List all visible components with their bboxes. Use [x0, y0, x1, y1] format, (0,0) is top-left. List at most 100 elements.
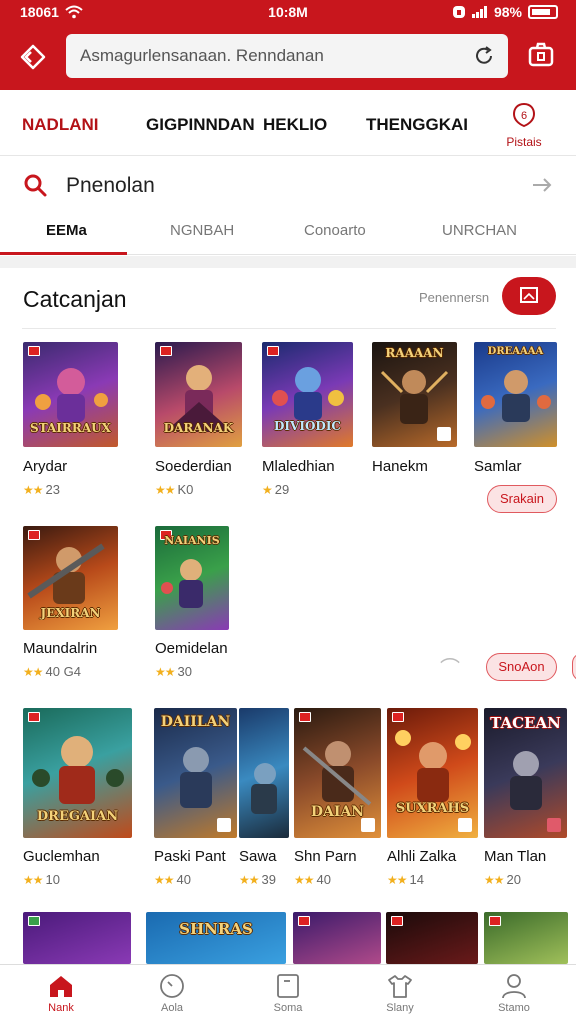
game-cover[interactable]: NAIANIS	[155, 526, 229, 630]
user-icon	[502, 974, 526, 999]
game-logo: TACEAN	[490, 714, 561, 732]
game-name: Paski Pant	[154, 848, 226, 865]
game-tile[interactable]: RAAAAN Hanekm	[372, 342, 458, 482]
game-tile[interactable]: SUXRAHS Alhli Zalka ★★ 14	[387, 708, 479, 888]
stars-icon: ★	[262, 483, 273, 497]
tag-pill-partial[interactable]	[572, 653, 576, 681]
game-cover[interactable]: DAIILAN	[154, 708, 237, 838]
game-cover[interactable]: DAIAN	[294, 708, 381, 838]
game-cover[interactable]: DREAAAA	[474, 342, 557, 447]
game-cover[interactable]	[23, 912, 131, 964]
game-tile[interactable]: JEXIRAN Maundalrin ★★ 40 G4	[23, 526, 119, 686]
bottom-nav-label: Soma	[273, 1002, 303, 1014]
stars-icon: ★★	[154, 873, 174, 887]
rating-value: 40	[316, 872, 331, 887]
address-field[interactable]: Asmagurlensanaan. Renndanan	[66, 34, 508, 78]
game-rating: ★★ 39	[239, 872, 276, 887]
bottom-nav-clock[interactable]: Aola	[132, 973, 212, 1014]
corner-badge	[458, 818, 472, 832]
game-tile[interactable]: DREAAAA Samlar	[474, 342, 558, 482]
loading-mark: ⌒	[440, 658, 460, 680]
rating-value: 39	[261, 872, 276, 887]
nav-item-4[interactable]: THENGGKAI	[366, 115, 468, 135]
game-name: Soederdian	[155, 458, 232, 475]
game-cover[interactable]: TACEAN	[484, 708, 567, 838]
game-cover[interactable]: JEXIRAN	[23, 526, 118, 630]
rating-badge	[28, 346, 40, 356]
stars-icon: ★★	[23, 665, 43, 679]
address-bar-row: Asmagurlensanaan. Renndanan	[0, 32, 576, 82]
tab-4[interactable]: UNRCHAN	[442, 222, 517, 239]
game-tile[interactable]: DREGAIAN Guclemhan ★★ 10	[23, 708, 133, 888]
game-tile[interactable]: Sawa ★★ 39	[239, 708, 291, 888]
game-rating: ★★ 23	[23, 482, 60, 497]
tag-pill[interactable]: Srakain	[487, 485, 557, 513]
rating-value: 29	[274, 482, 290, 497]
nav-item-2[interactable]: GIGPINNDAN	[146, 115, 255, 135]
nav-item-3[interactable]: HEKLIO	[263, 115, 327, 135]
game-cover[interactable]: DARANAK	[155, 342, 242, 447]
game-tile[interactable]: DAIAN Shn Parn ★★ 40	[294, 708, 382, 888]
game-name: Samlar	[474, 458, 522, 475]
tab-3[interactable]: Conoarto	[304, 222, 366, 239]
game-rating: ★★ 30	[155, 664, 192, 679]
bottom-nav-label: Slany	[386, 1002, 414, 1014]
game-cover[interactable]: SHNRAS	[146, 912, 286, 964]
rating-badge	[391, 916, 403, 926]
rating-badge	[160, 346, 172, 356]
rating-value: 23	[45, 482, 60, 497]
game-cover[interactable]	[386, 912, 478, 964]
game-cover[interactable]	[239, 708, 289, 838]
game-cover[interactable]: DREGAIAN	[23, 708, 132, 838]
game-tile[interactable]: DIVIODIC Mlaledhian ★ 29	[262, 342, 354, 502]
camera-icon	[528, 42, 554, 67]
tab-1[interactable]: EEMa	[46, 222, 87, 239]
game-rating: ★★ 40 G4	[23, 664, 81, 679]
rating-badge	[28, 916, 40, 926]
game-cover[interactable]: RAAAAN	[372, 342, 457, 447]
game-rating: ★★ 20	[484, 872, 521, 887]
home-button[interactable]	[18, 42, 48, 72]
game-name: Sawa	[239, 848, 277, 865]
game-tile[interactable]: DARANAK Soederdian ★★ K0	[155, 342, 243, 502]
game-logo: JEXIRAN	[40, 606, 101, 620]
game-logo: SUXRAHS	[395, 801, 470, 816]
tag-pill[interactable]: SnoAon	[486, 653, 557, 681]
tab-2[interactable]: NGNBAH	[170, 222, 234, 239]
camera-button[interactable]	[526, 40, 556, 70]
arrow-right-icon[interactable]	[530, 173, 554, 197]
reload-icon[interactable]	[472, 44, 496, 68]
game-rating: ★★ 40	[294, 872, 331, 887]
rating-value: 20	[506, 872, 521, 887]
home-icon	[50, 976, 72, 997]
bottom-nav-page[interactable]: Soma	[248, 973, 328, 1014]
home-diamond-icon	[20, 44, 46, 70]
rating-badge	[267, 346, 279, 356]
rating-value: 30	[177, 664, 192, 679]
rating-value: 10	[45, 872, 60, 887]
game-rating: ★★ 14	[387, 872, 424, 887]
game-cover[interactable]: SUXRAHS	[387, 708, 478, 838]
bottom-nav-profile[interactable]: Stamo	[474, 973, 554, 1014]
section-title: Catcanjan	[23, 286, 127, 312]
game-tile[interactable]: DAIILAN Paski Pant ★★ 40	[154, 708, 238, 888]
game-cover[interactable]: DIVIODIC	[262, 342, 353, 447]
game-logo: DREAAAA	[487, 346, 544, 357]
nav-item-1[interactable]: NADLANI	[22, 115, 99, 135]
game-cover[interactable]: STAIRRAUX	[23, 342, 118, 447]
game-tile[interactable]: STAIRRAUX Arydar ★★ 23	[23, 342, 119, 502]
game-cover[interactable]	[484, 912, 568, 964]
clock-icon	[160, 974, 184, 998]
bottom-nav-home[interactable]: Nank	[21, 973, 101, 1014]
search-row[interactable]: Pnenolan	[0, 157, 576, 213]
rating-badge	[28, 530, 40, 540]
game-tile[interactable]: NAIANIS Oemidelan ★★ 30	[155, 526, 245, 686]
game-cover[interactable]	[293, 912, 381, 964]
section-divider	[22, 328, 556, 329]
game-tile[interactable]: TACEAN Man Tlan ★★ 20	[484, 708, 568, 888]
section-action-button[interactable]	[502, 277, 556, 315]
profile-label: Pistais	[506, 135, 542, 149]
profile-button[interactable]: 6 Pistais	[500, 102, 548, 149]
status-bar: 18061 10:8M 98%	[0, 0, 576, 26]
bottom-nav-store[interactable]: Slany	[360, 973, 440, 1014]
